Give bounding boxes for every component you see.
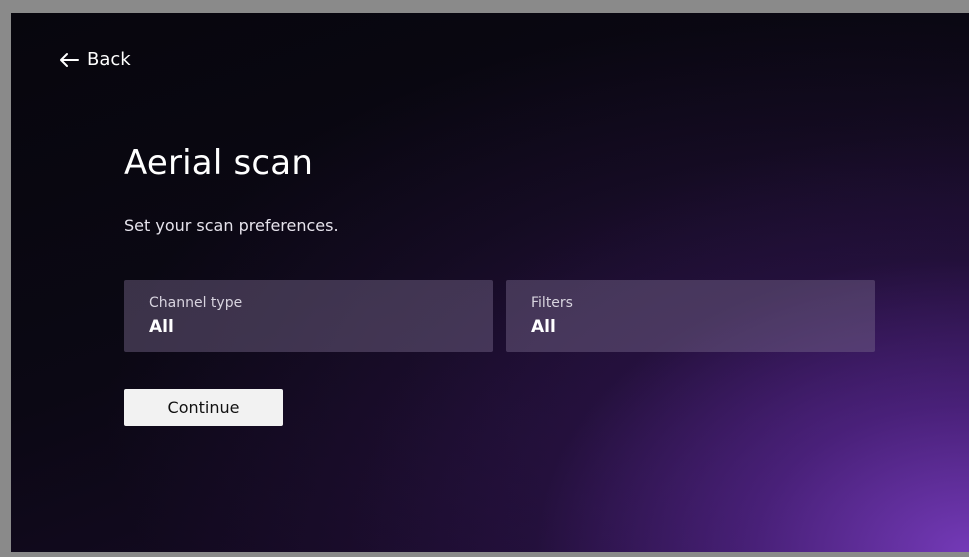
channel-type-label: Channel type <box>149 295 243 311</box>
arrow-left-icon <box>59 52 79 68</box>
filters-label: Filters <box>531 295 573 311</box>
channel-type-selector[interactable]: Channel type All <box>124 280 493 352</box>
page-subtitle: Set your scan preferences. <box>124 216 339 235</box>
channel-type-value: All <box>149 317 174 337</box>
filters-value: All <box>531 317 556 337</box>
aerial-scan-screen: Back Aerial scan Set your scan preferenc… <box>11 13 969 552</box>
back-label: Back <box>87 49 131 70</box>
page-title: Aerial scan <box>124 143 314 183</box>
back-button[interactable]: Back <box>59 49 131 70</box>
tv-frame: Back Aerial scan Set your scan preferenc… <box>8 7 969 552</box>
continue-button[interactable]: Continue <box>124 389 283 426</box>
filters-selector[interactable]: Filters All <box>506 280 875 352</box>
